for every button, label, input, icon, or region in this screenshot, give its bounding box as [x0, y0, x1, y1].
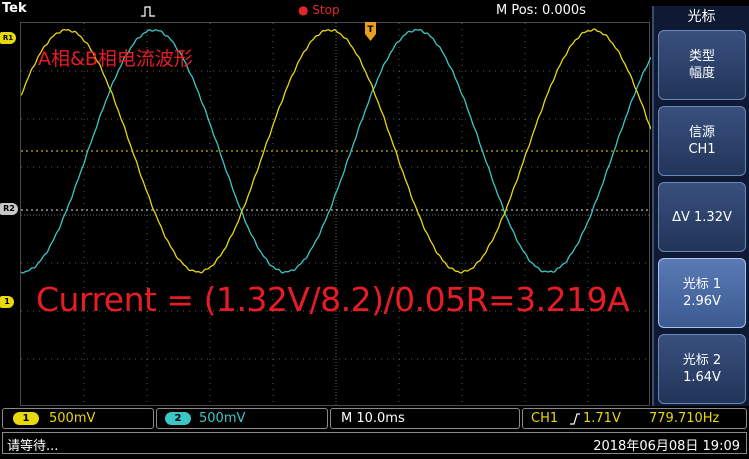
menu-btn-value: 1.64V: [683, 370, 721, 385]
cursor-type-button[interactable]: 类型 幅度: [658, 30, 746, 100]
ch1-badge: 1: [13, 412, 39, 425]
top-status-bar: Tek ● Stop M Pos: 0.000s: [0, 0, 650, 22]
trigger-pulse-icon: [141, 6, 155, 17]
menu-btn-label: 类型: [688, 49, 715, 64]
waveform-title-annotation: A相&B相电流波形: [38, 48, 193, 70]
message-box: 请等待... 2018年06月08日 19:09: [2, 432, 747, 454]
menu-btn-value: 幅度: [688, 66, 715, 81]
date-time: 2018年06月08日 19:09: [593, 439, 740, 454]
svg-text:T: T: [367, 25, 374, 35]
status-message: 请等待...: [7, 439, 59, 454]
waveform-graticule[interactable]: [20, 22, 651, 407]
run-status-label: Stop: [312, 3, 340, 17]
horizontal-position: M Pos: 0.000s: [496, 3, 586, 18]
trigger-source: CH1: [531, 411, 559, 426]
ref2-marker[interactable]: R2: [0, 203, 18, 215]
ch2-badge: 2: [165, 412, 191, 425]
trigger-position-marker[interactable]: T: [364, 22, 377, 42]
ch2-scale: 500mV: [199, 411, 246, 426]
menu-btn-label: 光标 1: [682, 277, 722, 292]
trigger-level: 1.71V: [583, 411, 621, 426]
trigger-readout[interactable]: CH1 1.71V 779.710Hz: [522, 408, 747, 429]
ch1-readout[interactable]: 1 500mV: [2, 408, 154, 429]
side-menu-title: 光标: [687, 9, 716, 25]
menu-btn-label: 光标 2: [682, 353, 722, 368]
message-bar: 请等待... 2018年06月08日 19:09: [0, 431, 749, 459]
timebase-value: M 10.0ms: [341, 411, 405, 426]
cursor1-button[interactable]: 光标 1 2.96V: [658, 258, 746, 328]
graticule-svg: [21, 23, 651, 407]
brand-label: Tek: [2, 1, 27, 16]
timebase-readout[interactable]: M 10.0ms: [330, 408, 520, 429]
menu-btn-value: CH1: [688, 142, 716, 157]
channel-status-bar: 1 500mV 2 500mV M 10.0ms CH1 1.71V 779.7…: [0, 407, 749, 431]
cursor-source-button[interactable]: 信源 CH1: [658, 106, 746, 176]
ch1-scale: 500mV: [49, 411, 96, 426]
current-measurement-annotation: Current = (1.32V/8.2)/0.05R=3.219A: [36, 280, 630, 319]
rising-edge-icon: [570, 413, 580, 425]
cursor-side-menu: 光标 类型 幅度 信源 CH1 ΔV 1.32V 光标 1 2.96V 光标 2…: [652, 6, 749, 406]
ch1-ground-marker[interactable]: 1: [0, 296, 14, 308]
run-status: ● Stop: [298, 3, 340, 17]
ref1-marker[interactable]: R1: [0, 32, 16, 44]
delta-v-button[interactable]: ΔV 1.32V: [658, 182, 746, 252]
cursor2-button[interactable]: 光标 2 1.64V: [658, 334, 746, 404]
menu-btn-label: 信源: [688, 125, 715, 140]
menu-btn-label: ΔV 1.32V: [672, 209, 732, 225]
menu-btn-value: 2.96V: [683, 294, 721, 309]
frequency-readout: 779.710Hz: [649, 411, 720, 426]
ch2-readout[interactable]: 2 500mV: [156, 408, 328, 429]
